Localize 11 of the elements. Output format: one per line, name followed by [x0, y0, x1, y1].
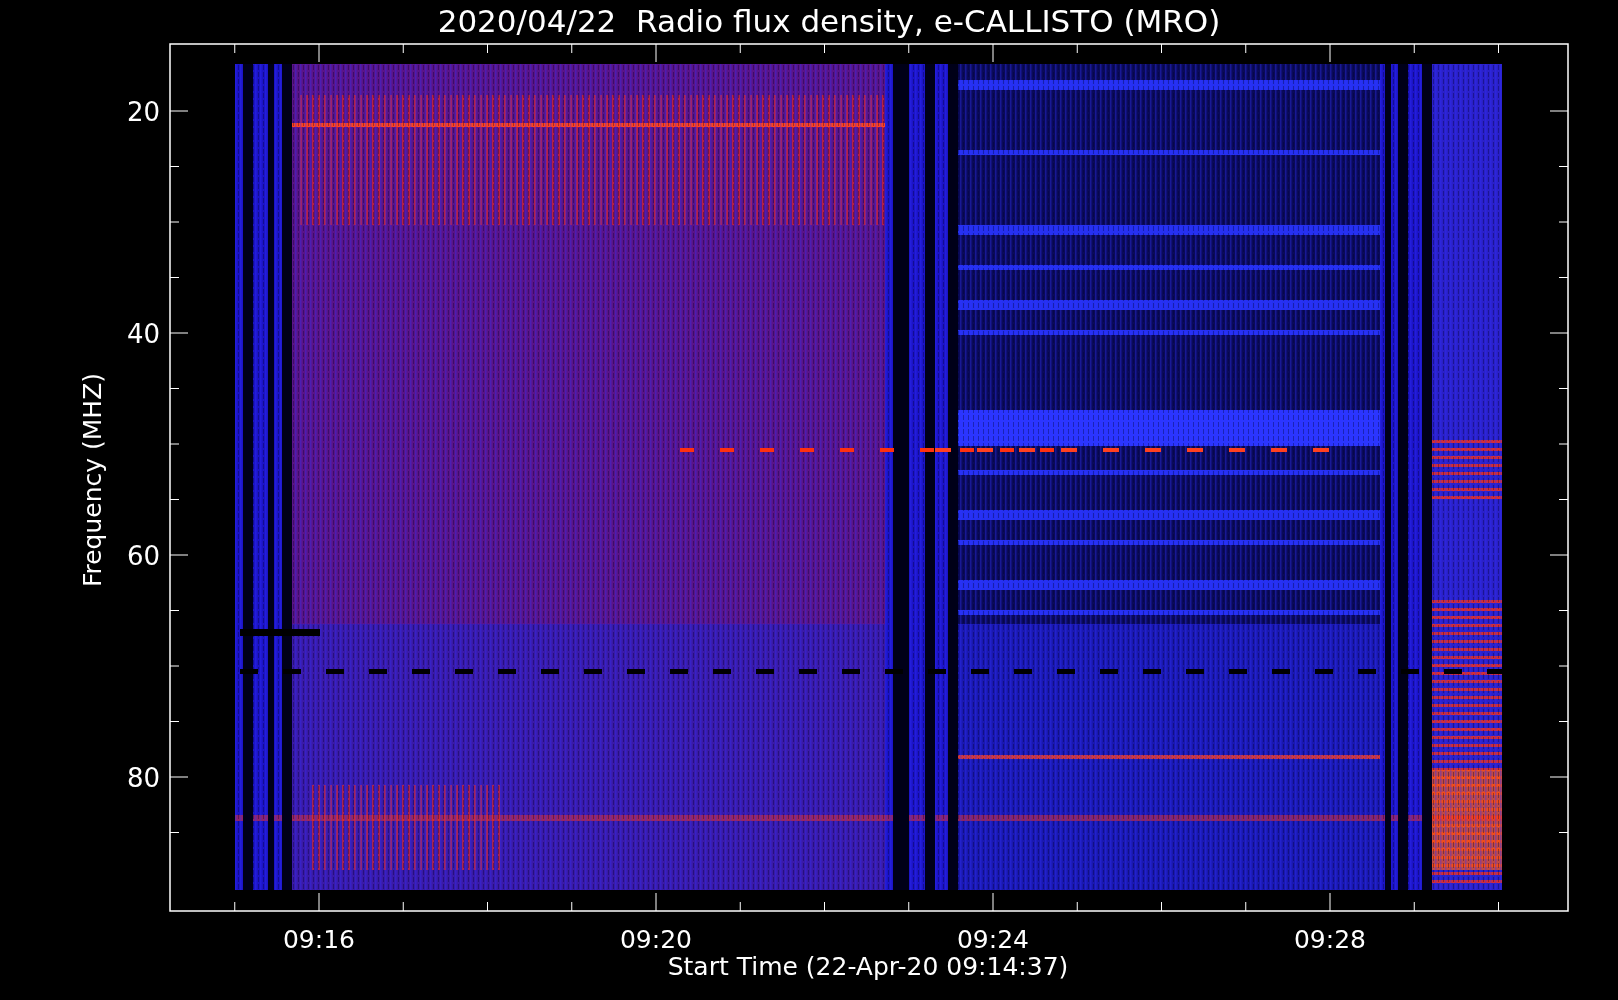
tick-label: 09:24 [957, 925, 1029, 954]
tick-label: 09:16 [283, 925, 355, 954]
tick-label: 80 [126, 763, 160, 793]
axis-label: Frequency (MHZ) [78, 372, 107, 588]
tick-label: 40 [126, 319, 160, 349]
chart-title: 2020/04/22 Radio flux density, e-CALLISTO (MRO) [436, 6, 1221, 37]
axis-label: Start Time (22-Apr-20 09:14:37) [667, 952, 1069, 981]
tick-label: 60 [126, 541, 160, 571]
tick-label: 09:20 [620, 925, 692, 954]
tick-label: 09:28 [1294, 925, 1366, 954]
tick-label: 20 [126, 97, 160, 127]
